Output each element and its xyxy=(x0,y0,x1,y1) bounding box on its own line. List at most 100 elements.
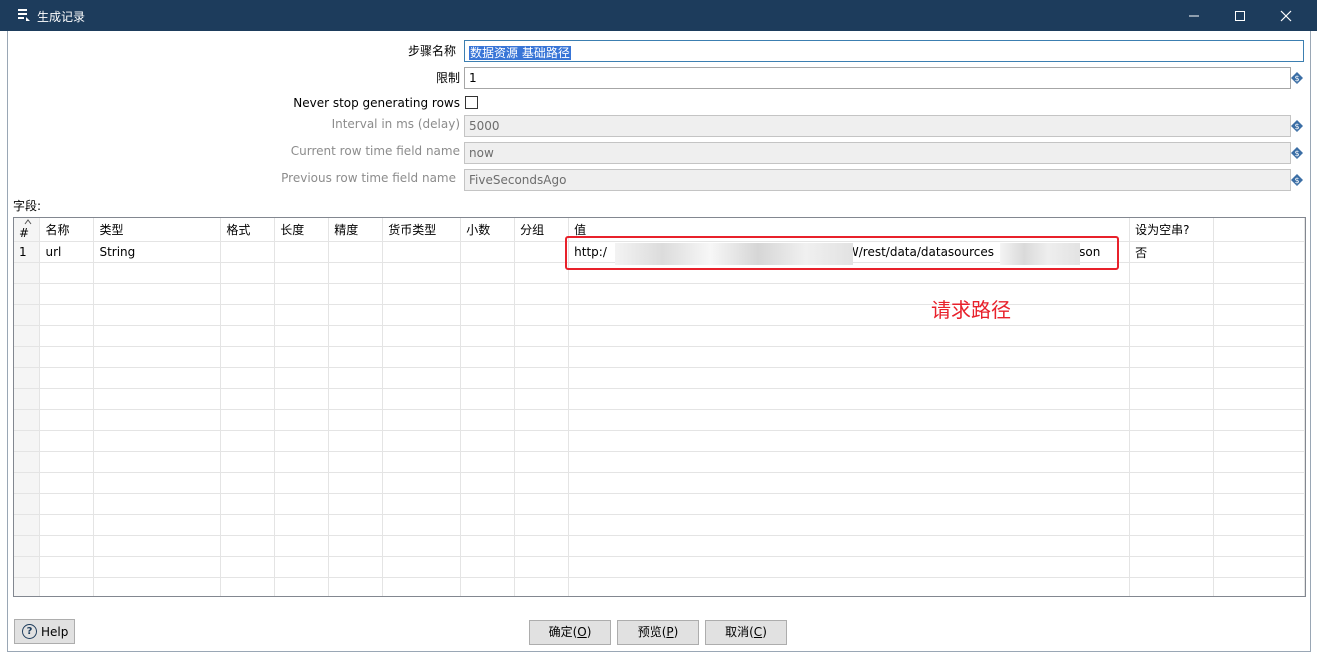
empty-cell[interactable] xyxy=(220,556,276,578)
empty-cell[interactable] xyxy=(93,283,222,305)
empty-cell[interactable] xyxy=(220,451,276,473)
empty-cell[interactable] xyxy=(39,304,95,326)
minimize-button[interactable] xyxy=(1171,0,1217,31)
empty-cell[interactable] xyxy=(328,514,384,536)
help-button[interactable]: ? Help xyxy=(14,619,75,644)
empty-cell[interactable] xyxy=(568,346,1131,368)
empty-cell[interactable] xyxy=(39,283,95,305)
step-name-input[interactable]: 数据资源 基础路径 xyxy=(464,40,1304,62)
empty-cell[interactable] xyxy=(220,430,276,452)
empty-cell[interactable] xyxy=(274,346,330,368)
empty-cell[interactable] xyxy=(568,325,1131,347)
table-row-empty[interactable] xyxy=(14,346,1305,368)
empty-cell[interactable] xyxy=(514,577,570,596)
empty-cell[interactable] xyxy=(568,409,1131,431)
variable-icon[interactable]: $ xyxy=(1291,147,1303,159)
empty-cell[interactable] xyxy=(1213,409,1305,431)
empty-cell[interactable] xyxy=(39,430,95,452)
empty-cell[interactable] xyxy=(382,304,462,326)
empty-cell[interactable] xyxy=(328,493,384,515)
empty-cell[interactable] xyxy=(93,514,222,536)
table-row-empty[interactable] xyxy=(14,556,1305,578)
empty-cell[interactable] xyxy=(1213,472,1305,494)
empty-cell[interactable] xyxy=(460,262,516,284)
empty-cell[interactable] xyxy=(274,535,330,557)
empty-cell[interactable] xyxy=(220,262,276,284)
empty-cell[interactable] xyxy=(39,409,95,431)
empty-cell[interactable] xyxy=(568,535,1131,557)
empty-cell[interactable] xyxy=(1129,577,1215,596)
empty-cell[interactable] xyxy=(514,346,570,368)
empty-cell[interactable] xyxy=(382,367,462,389)
empty-cell[interactable] xyxy=(382,430,462,452)
previous-row-input[interactable]: FiveSecondsAgo xyxy=(464,169,1291,191)
empty-cell[interactable] xyxy=(93,346,222,368)
empty-cell[interactable] xyxy=(460,472,516,494)
empty-cell[interactable] xyxy=(1129,388,1215,410)
empty-cell[interactable] xyxy=(568,283,1131,305)
empty-cell[interactable] xyxy=(1129,535,1215,557)
empty-cell[interactable] xyxy=(382,451,462,473)
empty-cell[interactable] xyxy=(93,493,222,515)
cell-length[interactable] xyxy=(274,241,330,263)
interval-input[interactable]: 5000 xyxy=(464,115,1291,137)
empty-cell[interactable] xyxy=(1129,556,1215,578)
column-header-format[interactable]: 格式 xyxy=(220,218,276,242)
cell-type[interactable]: String xyxy=(93,241,222,263)
empty-cell[interactable] xyxy=(514,472,570,494)
empty-cell[interactable] xyxy=(1213,535,1305,557)
cell-precision[interactable] xyxy=(328,241,384,263)
empty-cell[interactable] xyxy=(460,346,516,368)
empty-cell[interactable] xyxy=(382,493,462,515)
empty-cell[interactable] xyxy=(460,556,516,578)
empty-cell[interactable] xyxy=(220,577,276,596)
empty-cell[interactable] xyxy=(460,283,516,305)
empty-cell[interactable] xyxy=(460,409,516,431)
empty-cell[interactable] xyxy=(1213,262,1305,284)
empty-cell[interactable] xyxy=(274,556,330,578)
empty-cell[interactable] xyxy=(220,514,276,536)
empty-cell[interactable] xyxy=(382,262,462,284)
empty-cell[interactable] xyxy=(382,556,462,578)
column-header-decimal[interactable]: 小数 xyxy=(460,218,516,242)
empty-cell[interactable] xyxy=(93,430,222,452)
empty-cell[interactable] xyxy=(1129,262,1215,284)
empty-cell[interactable] xyxy=(39,451,95,473)
empty-cell[interactable] xyxy=(1129,472,1215,494)
empty-cell[interactable] xyxy=(568,472,1131,494)
empty-cell[interactable] xyxy=(460,430,516,452)
empty-cell[interactable] xyxy=(1129,514,1215,536)
empty-cell[interactable] xyxy=(220,409,276,431)
empty-cell[interactable] xyxy=(1129,304,1215,326)
empty-cell[interactable] xyxy=(568,304,1131,326)
empty-cell[interactable] xyxy=(274,304,330,326)
cell-name[interactable]: url xyxy=(39,241,95,263)
empty-cell[interactable] xyxy=(514,535,570,557)
empty-cell[interactable] xyxy=(274,262,330,284)
empty-cell[interactable] xyxy=(220,388,276,410)
empty-cell[interactable] xyxy=(274,577,330,596)
empty-cell[interactable] xyxy=(460,577,516,596)
empty-cell[interactable] xyxy=(1213,430,1305,452)
empty-cell[interactable] xyxy=(1213,325,1305,347)
empty-cell[interactable] xyxy=(328,430,384,452)
table-row-empty[interactable] xyxy=(14,430,1305,452)
empty-cell[interactable] xyxy=(568,577,1131,596)
empty-cell[interactable] xyxy=(93,472,222,494)
empty-cell[interactable] xyxy=(382,472,462,494)
preview-button[interactable]: 预览(P) xyxy=(617,620,699,645)
empty-cell[interactable] xyxy=(328,325,384,347)
empty-cell[interactable] xyxy=(220,325,276,347)
empty-cell[interactable] xyxy=(382,325,462,347)
empty-cell[interactable] xyxy=(514,304,570,326)
empty-cell[interactable] xyxy=(460,325,516,347)
empty-cell[interactable] xyxy=(514,409,570,431)
empty-cell[interactable] xyxy=(328,577,384,596)
column-header-index[interactable]: # xyxy=(14,218,41,242)
empty-cell[interactable] xyxy=(1213,577,1305,596)
empty-cell[interactable] xyxy=(274,514,330,536)
empty-cell[interactable] xyxy=(1213,283,1305,305)
empty-cell[interactable] xyxy=(568,430,1131,452)
empty-cell[interactable] xyxy=(382,346,462,368)
empty-cell[interactable] xyxy=(1129,325,1215,347)
